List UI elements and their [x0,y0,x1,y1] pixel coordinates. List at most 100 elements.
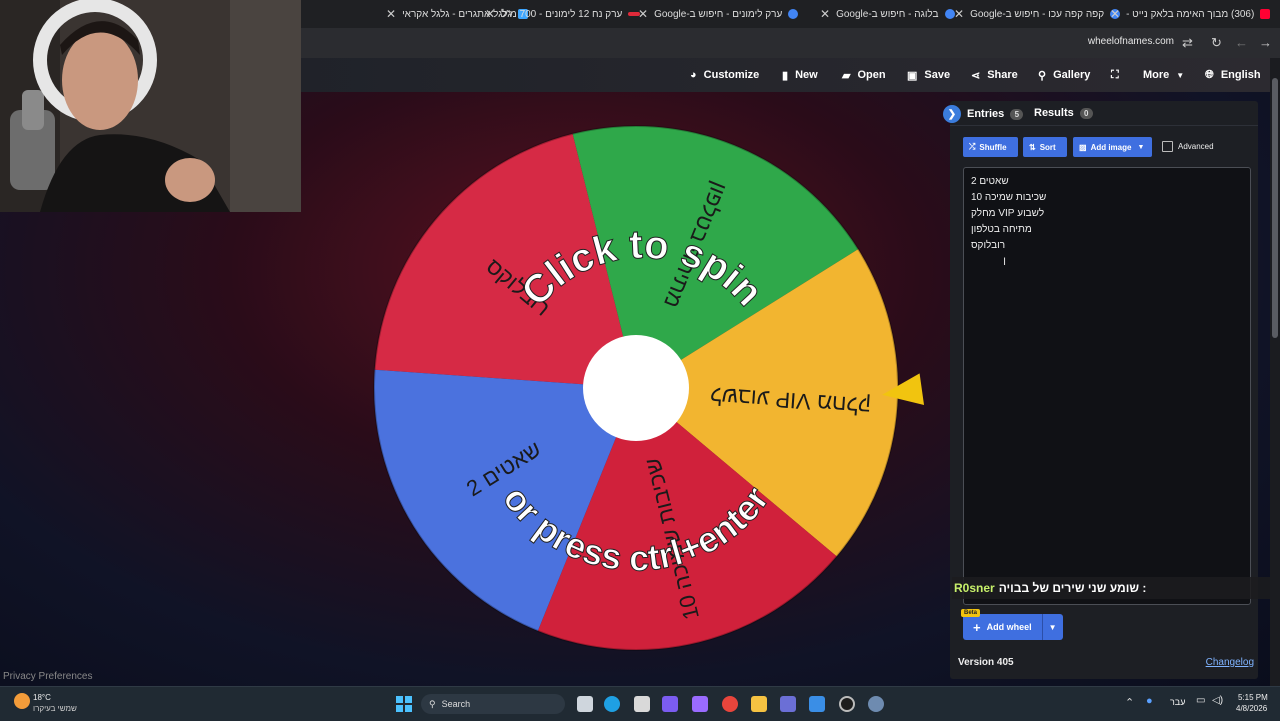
browser-tab[interactable]: ערק נח 12 לימונים - 700 מ"ל ✕ [475,4,641,24]
share-icon: ⋖ [971,69,981,82]
reload-icon[interactable]: ↻ [1211,35,1222,51]
palette-icon: ◕ [690,69,697,81]
volume-icon[interactable]: ◁) [1212,695,1223,706]
fullscreen-icon: ⛶ [1111,68,1119,81]
app-icon[interactable] [692,696,708,712]
url-text[interactable]: wheelofnames.com [1088,36,1174,47]
language-label: English [1220,69,1261,81]
back-icon[interactable]: ← [1235,35,1248,50]
add-wheel-label: Add wheel [986,622,1032,632]
task-view-icon[interactable] [577,696,593,712]
results-count-badge: 0 [1079,107,1093,119]
close-icon[interactable]: ✕ [954,7,964,21]
privacy-preferences-link[interactable]: Privacy Preferences [3,671,92,682]
save-button[interactable]: ▣ Save [907,58,950,92]
forward-icon[interactable]: → [1259,35,1272,50]
windows-start-icon[interactable] [396,696,412,712]
store-icon[interactable] [634,696,650,712]
customize-label: Customize [703,69,760,81]
open-button[interactable]: ▰ Open [842,58,886,92]
customize-button[interactable]: ◕ Customize [690,58,759,92]
gallery-button[interactable]: ⚲ Gallery [1038,58,1090,92]
fullscreen-button[interactable]: ⛶ [1111,58,1119,92]
entries-textarea[interactable]: שאטים 2 שכיבות שמיכה 10 לשבוע VIP מחלק מ… [963,167,1251,605]
chevron-right-icon[interactable]: ❯ [943,105,961,123]
browser-tab[interactable]: (306) מבוך האימה בלאק נייט - ✕ [1106,4,1271,24]
gallery-label: Gallery [1053,69,1091,81]
close-icon[interactable]: ✕ [485,7,495,21]
edge-icon[interactable] [604,696,620,712]
weather-desc: שמשי בעיקרו [33,704,77,713]
share-button[interactable]: ⋖ Share [971,58,1018,92]
browser-tab[interactable]: קפה קפה עכו - חיפוש ב-Google ✕ [948,4,1121,24]
shuffle-label: Shuffle [979,142,1007,152]
add-image-button[interactable]: ▨ Add image ▼ [1073,137,1152,157]
checkbox-icon[interactable] [1162,141,1173,152]
entry-line[interactable]: רובלוקס [971,240,1005,251]
entry-line[interactable]: לשבוע VIP מחלק [971,208,1044,219]
chevron-down-icon[interactable]: ▼ [1043,623,1063,632]
clock-date[interactable]: 4/8/2026 [1236,704,1267,713]
more-button[interactable]: More ▼ [1143,58,1184,92]
save-label: Save [924,69,951,81]
file-icon: ▮ [782,69,789,82]
save-icon: ▣ [907,69,918,82]
new-button[interactable]: ▮ New [782,58,818,92]
shuffle-icon: ⤮ [969,142,976,151]
browser-tab[interactable]: בלוגה - חיפוש ב-Google ✕ [790,4,955,24]
page-scrollbar[interactable] [1270,58,1280,686]
folder-icon[interactable] [751,696,767,712]
add-wheel-main[interactable]: + Add wheel [963,614,1043,640]
add-image-label: Add image [1090,142,1132,152]
changelog-link[interactable]: Changelog [1206,657,1254,668]
close-icon[interactable]: ✕ [638,7,648,21]
site-settings-icon[interactable]: ⇄ [1182,35,1193,51]
entry-line[interactable]: שאטים 2 [971,176,1009,187]
app-icon[interactable] [809,696,825,712]
chrome-icon[interactable] [722,696,738,712]
image-icon: ▨ [1079,142,1087,152]
copilot-icon[interactable] [662,696,678,712]
new-label: New [795,69,818,81]
wheel-svg[interactable]: רובלוקס מתיחה בטלפוןלשבוע VIP מחלקשכיבות … [372,124,900,652]
add-wheel-button[interactable]: + Add wheel ▼ [963,614,1063,640]
wheel[interactable]: רובלוקס מתיחה בטלפון לשבוע VIP מחלק שכיבות … [372,124,900,652]
close-icon[interactable]: ✕ [820,7,830,21]
taskbar-search[interactable]: ⚲ Search [421,694,565,714]
browser-tab[interactable]: ערק לימונים - חיפוש ב-Google ✕ [632,4,799,24]
webcam-image [0,0,301,212]
tab-title: ערק נח 12 לימונים - 700 מ"ל [501,8,623,20]
network-icon[interactable]: ▭ [1196,695,1205,706]
entry-line[interactable]: שכיבות שמיכה 10 [971,192,1046,203]
settings-icon[interactable] [868,696,884,712]
language-indicator[interactable]: עבר [1170,697,1185,707]
language-button[interactable]: 🌐︎ English [1205,58,1261,92]
tab-entries[interactable]: ❯ Entries 5 [943,105,1024,123]
chat-message: : שומע שני שירים של בבויה [998,581,1147,595]
sort-icon: ⇅ [1029,142,1036,152]
more-label: More [1143,69,1170,81]
globe-icon: 🌐︎ [1205,68,1214,81]
shuffle-button[interactable]: ⤮ Shuffle [963,137,1018,157]
close-icon[interactable]: ✕ [386,7,396,21]
webcam-overlay [0,0,301,212]
teams-icon[interactable] [780,696,796,712]
wheel-center[interactable] [583,335,689,441]
entry-line[interactable]: מתיחה בטלפון [971,224,1032,235]
folder-icon: ▰ [842,69,851,82]
close-icon[interactable]: ✕ [1110,7,1120,21]
weather-icon[interactable] [14,693,30,709]
chevron-down-icon: ▼ [1176,70,1185,80]
chevron-down-icon: ▼ [1137,143,1145,151]
tab-title: ערק לימונים - חיפוש ב-Google [654,8,783,20]
sort-button[interactable]: ⇅ Sort [1023,137,1067,157]
obs-icon[interactable] [839,696,855,712]
microphone-icon[interactable]: ● [1146,695,1153,707]
taskbar: 18°C שמשי בעיקרו ⚲ Search ⌃ ● עבר ▭ ◁) 5… [0,686,1280,721]
scrollbar-thumb[interactable] [1272,78,1278,338]
tab-results[interactable]: Results 0 [1034,107,1093,119]
clock-time[interactable]: 5:15 PM [1238,693,1268,702]
advanced-checkbox[interactable]: Advanced [1162,141,1214,152]
chevron-up-icon[interactable]: ⌃ [1125,696,1134,709]
share-label: Share [987,69,1018,81]
